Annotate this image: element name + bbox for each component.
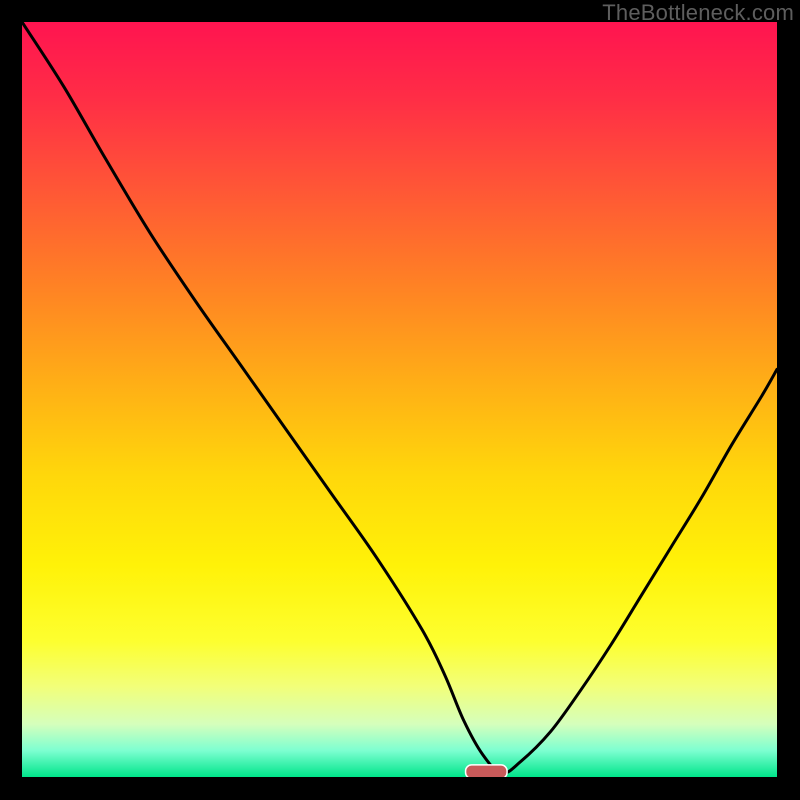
chart-frame: TheBottleneck.com bbox=[0, 0, 800, 800]
chart-svg bbox=[22, 22, 777, 777]
chart-plot-area bbox=[22, 22, 777, 777]
optimal-marker bbox=[466, 765, 508, 777]
chart-background-gradient bbox=[22, 22, 777, 777]
